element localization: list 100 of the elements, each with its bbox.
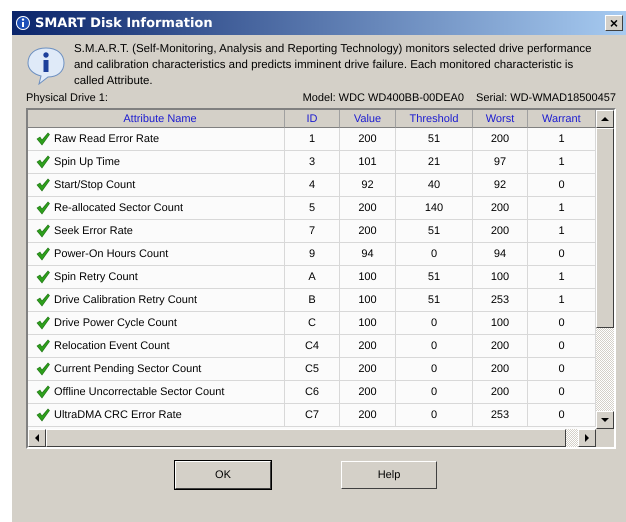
- table-cell: UltraDMA CRC Error Rate: [54, 409, 182, 421]
- table-cell: 1: [558, 225, 565, 237]
- table-cell: 253: [490, 409, 510, 421]
- description-text: S.M.A.R.T. (Self-Monitoring, Analysis and Reporting Technology) monitors selected drive performance and calibration characteristics and predicts imminent drive failure. Each monitored characteristic is called Attribute.: [74, 42, 593, 89]
- table-cell: 200: [358, 133, 377, 145]
- table-cell: 1: [558, 156, 565, 168]
- table-cell: 97: [494, 156, 506, 168]
- table-cell: 9: [308, 248, 316, 260]
- column-header[interactable]: Warrant: [528, 110, 596, 128]
- table-cell: 0: [430, 248, 438, 260]
- table-cell: 140: [424, 202, 444, 214]
- checkmark-icon: [36, 270, 50, 284]
- table-cell: 200: [358, 363, 377, 375]
- table-cell: 7: [308, 225, 316, 237]
- table-cell: 200: [490, 202, 510, 214]
- table-cell: 0: [558, 317, 565, 329]
- table-cell: Raw Read Error Rate: [54, 133, 160, 145]
- table-cell: 100: [358, 271, 377, 283]
- table-cell: 92: [494, 179, 506, 191]
- checkmark-icon: [36, 224, 50, 238]
- table-cell: Spin Retry Count: [54, 271, 138, 283]
- dialog-button[interactable]: OK: [175, 461, 271, 489]
- checkmark-icon: [36, 155, 50, 169]
- table-cell: Spin Up Time: [54, 156, 120, 168]
- column-header[interactable]: Value: [340, 110, 396, 128]
- table-cell: 40: [428, 179, 440, 191]
- checkmark-icon: [36, 316, 50, 330]
- right-arrow-icon[interactable]: [583, 434, 591, 442]
- checkmark-icon: [36, 362, 50, 376]
- table-cell: 200: [358, 225, 377, 237]
- table-cell: Re-allocated Sector Count: [54, 202, 184, 214]
- table-cell: 1: [308, 133, 316, 145]
- table-cell: C: [308, 317, 316, 329]
- dialog-button[interactable]: Help: [341, 461, 437, 489]
- column-header[interactable]: Threshold: [396, 110, 473, 128]
- table-cell: 94: [361, 248, 374, 260]
- table-cell: 200: [358, 340, 377, 352]
- table-cell: 200: [490, 133, 510, 145]
- table-cell: 100: [358, 317, 377, 329]
- window-title: SMART Disk Information: [35, 16, 214, 30]
- table-cell: A: [308, 271, 316, 283]
- table-cell: 0: [430, 386, 438, 398]
- checkmark-icon: [36, 339, 50, 353]
- table-cell: 21: [428, 156, 440, 168]
- table-cell: 0: [430, 317, 438, 329]
- table-cell: 1: [558, 271, 565, 283]
- table-cell: 200: [490, 225, 510, 237]
- table-cell: Offline Uncorrectable Sector Count: [54, 386, 224, 398]
- table-cell: 0: [558, 179, 565, 191]
- column-header[interactable]: ID: [285, 110, 340, 128]
- table-cell: 100: [358, 294, 377, 306]
- table-cell: 94: [494, 248, 506, 260]
- table-cell: 200: [490, 340, 510, 352]
- table-cell: Drive Power Cycle Count: [54, 317, 177, 329]
- table-cell: 3: [308, 156, 316, 168]
- down-arrow-icon[interactable]: [601, 416, 609, 424]
- table-cell: 51: [428, 294, 440, 306]
- scrollbar-track[interactable]: [566, 429, 578, 447]
- table-cell: 200: [490, 386, 510, 398]
- table-cell: 1: [558, 294, 565, 306]
- checkmark-icon: [36, 408, 50, 422]
- checkmark-icon: [36, 132, 50, 146]
- table-cell: Start/Stop Count: [54, 179, 136, 191]
- table-cell: 0: [558, 386, 565, 398]
- scrollbar-corner: [596, 429, 614, 447]
- table-cell: 0: [558, 340, 565, 352]
- table-cell: Current Pending Sector Count: [54, 363, 202, 375]
- up-arrow-icon[interactable]: [601, 115, 609, 123]
- column-header[interactable]: Worst: [473, 110, 528, 128]
- left-arrow-icon[interactable]: [33, 434, 41, 442]
- table-cell: 100: [490, 317, 510, 329]
- table-cell: Relocation Event Count: [54, 340, 170, 352]
- table-cell: 1: [558, 202, 565, 214]
- table-cell: 1: [558, 133, 565, 145]
- table-cell: 200: [358, 202, 377, 214]
- table-cell: 253: [490, 294, 510, 306]
- table-cell: 92: [361, 179, 374, 191]
- checkmark-icon: [36, 293, 50, 307]
- table-cell: C6: [304, 386, 320, 398]
- table-cell: 200: [358, 409, 377, 421]
- table-cell: Drive Calibration Retry Count: [54, 294, 198, 306]
- vertical-scrollbar[interactable]: [596, 110, 614, 429]
- checkmark-icon: [36, 385, 50, 399]
- table-cell: Seek Error Rate: [54, 225, 133, 237]
- table-cell: 0: [430, 409, 438, 421]
- drive-label: Physical Drive 1:: [26, 92, 108, 104]
- table-cell: 5: [308, 202, 316, 214]
- table-cell: 51: [428, 271, 440, 283]
- close-button[interactable]: ×: [605, 15, 623, 31]
- table-cell: 200: [490, 363, 510, 375]
- column-header[interactable]: Attribute Name: [28, 110, 285, 128]
- scrollbar-thumb[interactable]: [596, 128, 614, 328]
- table-cell: C4: [304, 340, 320, 352]
- table-cell: 4: [308, 179, 316, 191]
- info-icon: [15, 15, 31, 31]
- checkmark-icon: [36, 201, 50, 215]
- table-cell: 0: [430, 363, 438, 375]
- table-cell: 100: [490, 271, 510, 283]
- table-cell: 101: [358, 156, 377, 168]
- checkmark-icon: [36, 247, 50, 261]
